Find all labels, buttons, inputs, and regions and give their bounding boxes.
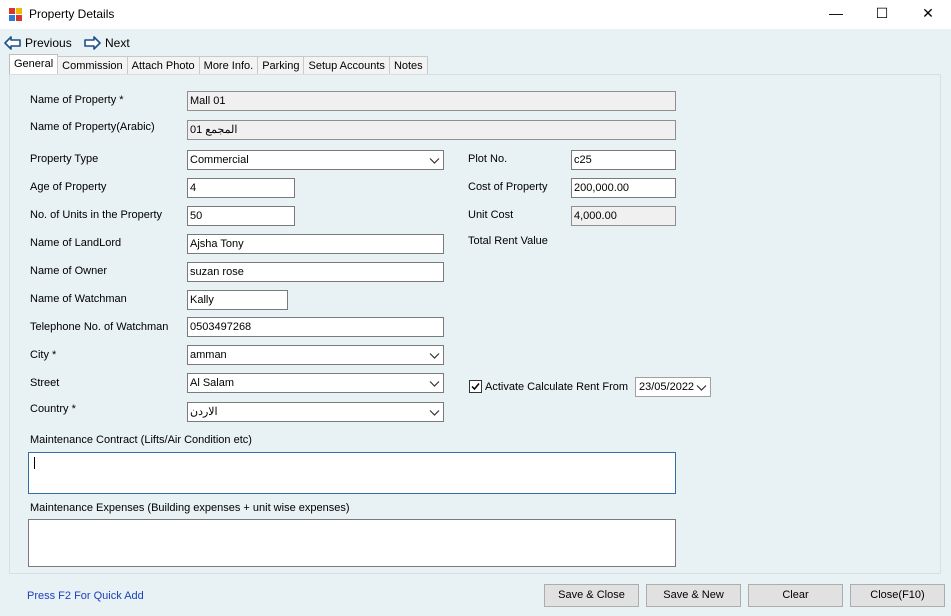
tab-setup-accounts[interactable]: Setup Accounts bbox=[303, 56, 390, 75]
landlord-label: Name of LandLord bbox=[30, 237, 122, 249]
chevron-down-icon bbox=[429, 381, 440, 387]
maintenance-contract-field[interactable] bbox=[28, 452, 676, 494]
tab-more-info[interactable]: More Info. bbox=[198, 56, 259, 75]
age-field[interactable]: 4 bbox=[187, 178, 295, 198]
city-select[interactable]: amman bbox=[187, 345, 444, 365]
street-label: Street bbox=[30, 377, 60, 389]
plot-no-field[interactable]: c25 bbox=[571, 150, 676, 170]
minimize-button[interactable]: — bbox=[813, 0, 859, 29]
street-select[interactable]: Al Salam bbox=[187, 373, 444, 393]
watchman-field[interactable]: Kally bbox=[187, 290, 288, 310]
tab-parking[interactable]: Parking bbox=[257, 56, 305, 75]
chevron-down-icon bbox=[696, 385, 707, 391]
close-f10-button[interactable]: Close(F10) bbox=[850, 584, 945, 607]
units-label: No. of Units in the Property bbox=[30, 209, 163, 221]
watchman-phone-field[interactable]: 0503497268 bbox=[187, 317, 444, 337]
previous-button[interactable]: Previous bbox=[4, 34, 72, 52]
maximize-button[interactable]: ☐ bbox=[859, 0, 905, 29]
country-select[interactable]: الاردن bbox=[187, 402, 444, 422]
property-type-label: Property Type bbox=[30, 153, 99, 165]
quick-add-hint: Press F2 For Quick Add bbox=[27, 590, 144, 602]
cost-label: Cost of Property bbox=[468, 181, 548, 193]
tab-commission[interactable]: Commission bbox=[57, 56, 128, 75]
chevron-down-icon bbox=[429, 353, 440, 359]
title-bar: Property Details — ☐ ✕ bbox=[0, 0, 951, 29]
name-of-property-label: Name of Property * bbox=[30, 94, 124, 106]
tab-strip: General Commission Attach Photo More Inf… bbox=[9, 54, 428, 75]
owner-label: Name of Owner bbox=[30, 265, 108, 277]
landlord-field[interactable]: Ajsha Tony bbox=[187, 234, 444, 254]
app-icon bbox=[9, 8, 23, 22]
watchman-label: Name of Watchman bbox=[30, 293, 127, 305]
city-value: amman bbox=[190, 349, 227, 361]
country-label: Country * bbox=[30, 403, 76, 415]
window-title: Property Details bbox=[29, 7, 115, 21]
maintenance-expenses-field[interactable] bbox=[28, 519, 676, 567]
unit-cost-field[interactable]: 4,000.00 bbox=[571, 206, 676, 226]
city-label: City * bbox=[30, 349, 57, 361]
units-field[interactable]: 50 bbox=[187, 206, 295, 226]
previous-label: Previous bbox=[25, 36, 72, 50]
next-button[interactable]: Next bbox=[84, 34, 130, 52]
arrow-left-icon bbox=[4, 36, 21, 50]
tab-general[interactable]: General bbox=[9, 54, 59, 75]
name-of-property-field[interactable]: Mall 01 bbox=[187, 91, 676, 111]
rent-from-date-value: 23/05/2022 bbox=[639, 381, 695, 393]
save-close-button[interactable]: Save & Close bbox=[544, 584, 639, 607]
tab-notes[interactable]: Notes bbox=[388, 56, 428, 75]
text-caret bbox=[34, 457, 35, 469]
watchman-phone-label: Telephone No. of Watchman bbox=[30, 321, 169, 333]
chevron-down-icon bbox=[429, 158, 440, 164]
name-arabic-field[interactable]: المجمع 01 bbox=[187, 120, 676, 140]
checkmark-icon bbox=[471, 383, 480, 391]
close-button[interactable]: ✕ bbox=[905, 0, 951, 29]
plot-no-label: Plot No. bbox=[468, 153, 508, 165]
unit-cost-label: Unit Cost bbox=[468, 209, 514, 221]
cost-field[interactable]: 200,000.00 bbox=[571, 178, 676, 198]
rent-from-date-picker[interactable]: 23/05/2022 bbox=[635, 377, 711, 397]
maintenance-expenses-label: Maintenance Expenses (Building expenses … bbox=[30, 502, 350, 514]
activate-rent-label: Activate Calculate Rent From bbox=[485, 381, 629, 393]
clear-button[interactable]: Clear bbox=[748, 584, 843, 607]
tab-attach-photo[interactable]: Attach Photo bbox=[126, 56, 200, 75]
country-value: الاردن bbox=[190, 406, 218, 418]
age-label: Age of Property bbox=[30, 181, 107, 193]
property-type-value: Commercial bbox=[190, 154, 249, 166]
chevron-down-icon bbox=[429, 410, 440, 416]
arrow-right-icon bbox=[84, 36, 101, 50]
maintenance-contract-label: Maintenance Contract (Lifts/Air Conditio… bbox=[30, 434, 252, 446]
name-arabic-label: Name of Property(Arabic) bbox=[30, 121, 155, 133]
activate-rent-checkbox[interactable] bbox=[469, 380, 482, 393]
total-rent-label: Total Rent Value bbox=[468, 235, 548, 247]
street-value: Al Salam bbox=[190, 377, 235, 389]
property-type-select[interactable]: Commercial bbox=[187, 150, 444, 170]
owner-field[interactable]: suzan rose bbox=[187, 262, 444, 282]
save-new-button[interactable]: Save & New bbox=[646, 584, 741, 607]
next-label: Next bbox=[105, 36, 130, 50]
